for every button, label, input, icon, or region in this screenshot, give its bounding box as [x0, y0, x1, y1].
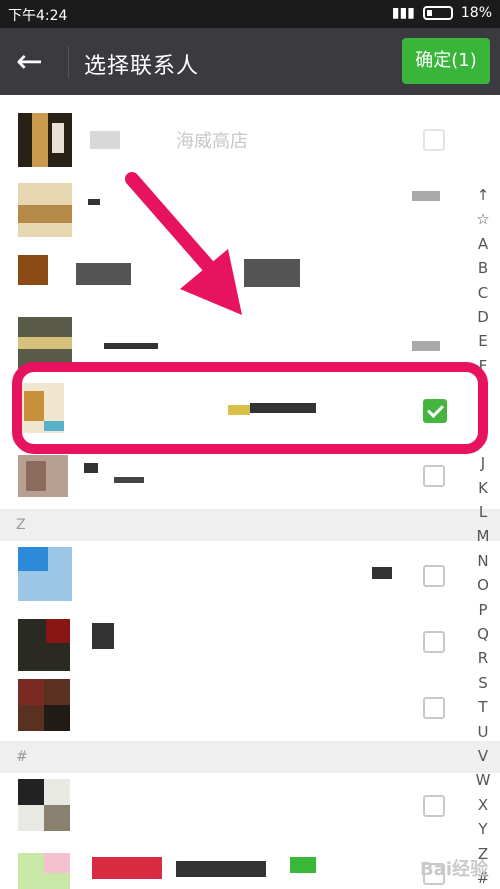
index-letter[interactable]: ↑ [472, 183, 494, 207]
index-letter[interactable]: S [472, 671, 494, 695]
index-letter[interactable]: R [472, 646, 494, 670]
index-letter[interactable]: B [472, 256, 494, 280]
top-bar: ← 选择联系人 确定(1) [0, 28, 500, 95]
contact-avatar [18, 455, 68, 497]
redacted-text [290, 857, 316, 873]
contact-avatar [18, 255, 48, 285]
index-letter[interactable]: X [472, 793, 494, 817]
contact-row[interactable] [0, 839, 460, 889]
redacted-text [412, 191, 440, 201]
contact-checkbox[interactable] [423, 565, 445, 587]
redacted-text [90, 131, 120, 149]
index-letter[interactable]: N [472, 549, 494, 573]
redacted-text [84, 463, 98, 473]
contact-row[interactable] [0, 673, 460, 739]
index-letter[interactable]: Y [472, 817, 494, 841]
contact-avatar [18, 113, 72, 167]
back-arrow-icon[interactable]: ← [16, 44, 52, 80]
redacted-text [114, 477, 144, 483]
contact-checkbox[interactable] [423, 631, 445, 653]
contact-checkbox[interactable] [423, 465, 445, 487]
contact-row[interactable] [0, 541, 460, 607]
index-letter[interactable]: C [472, 281, 494, 305]
index-letter[interactable]: A [472, 232, 494, 256]
battery-level: 18% [460, 5, 492, 21]
index-letter[interactable]: L [472, 500, 494, 524]
contact-avatar [18, 619, 70, 671]
index-letter[interactable]: E [472, 329, 494, 353]
status-time: 下午4:24 [8, 8, 68, 24]
battery-icon [422, 6, 453, 20]
confirm-button[interactable]: 确定(1) [402, 38, 490, 84]
header-divider [68, 46, 69, 78]
signal-icon: ▮▮▮ [391, 5, 415, 21]
annotation-arrow-icon [125, 172, 242, 315]
contact-row[interactable] [0, 773, 460, 839]
contact-row[interactable]: 海威高店 [0, 107, 460, 173]
contact-checkbox[interactable] [423, 795, 445, 817]
contact-row[interactable] [0, 607, 460, 673]
index-letter[interactable]: M [472, 524, 494, 548]
contact-checkbox[interactable] [423, 697, 445, 719]
redacted-text [412, 341, 440, 351]
index-letter[interactable]: K [472, 476, 494, 500]
status-bar: 下午4:24 ▮▮▮ 18% [0, 0, 500, 28]
page-title: 选择联系人 [84, 54, 200, 79]
redacted-text [92, 623, 114, 649]
redacted-text [104, 343, 158, 349]
redacted-text [372, 567, 392, 579]
section-header-z: Z [0, 509, 500, 541]
watermark-logo: Bai经验 [419, 859, 488, 880]
contact-checkbox[interactable] [423, 129, 445, 151]
index-letter[interactable]: J [472, 451, 494, 475]
contact-avatar [18, 547, 72, 601]
index-letter[interactable]: W [472, 768, 494, 792]
contact-avatar [18, 679, 70, 731]
alphabet-index[interactable]: ↑ ☆ A B C D E F G H I J K L M N O P Q R … [472, 183, 494, 889]
index-letter[interactable]: U [472, 720, 494, 744]
index-letter[interactable]: V [472, 744, 494, 768]
contact-avatar [18, 183, 72, 237]
index-letter[interactable]: O [472, 573, 494, 597]
index-letter[interactable]: T [472, 695, 494, 719]
contact-avatar [18, 853, 70, 889]
redacted-text [176, 861, 266, 877]
redacted-text [92, 857, 162, 879]
highlight-frame [12, 362, 488, 454]
section-header-hash: # [0, 741, 500, 773]
redacted-text [88, 199, 100, 205]
index-letter[interactable]: P [472, 598, 494, 622]
contact-avatar [18, 779, 70, 831]
index-letter[interactable]: D [472, 305, 494, 329]
status-icons: ▮▮▮ 18% [392, 5, 492, 21]
index-letter[interactable]: Q [472, 622, 494, 646]
index-letter[interactable]: ☆ [472, 207, 494, 231]
contact-name: 海威高店 [176, 131, 248, 152]
